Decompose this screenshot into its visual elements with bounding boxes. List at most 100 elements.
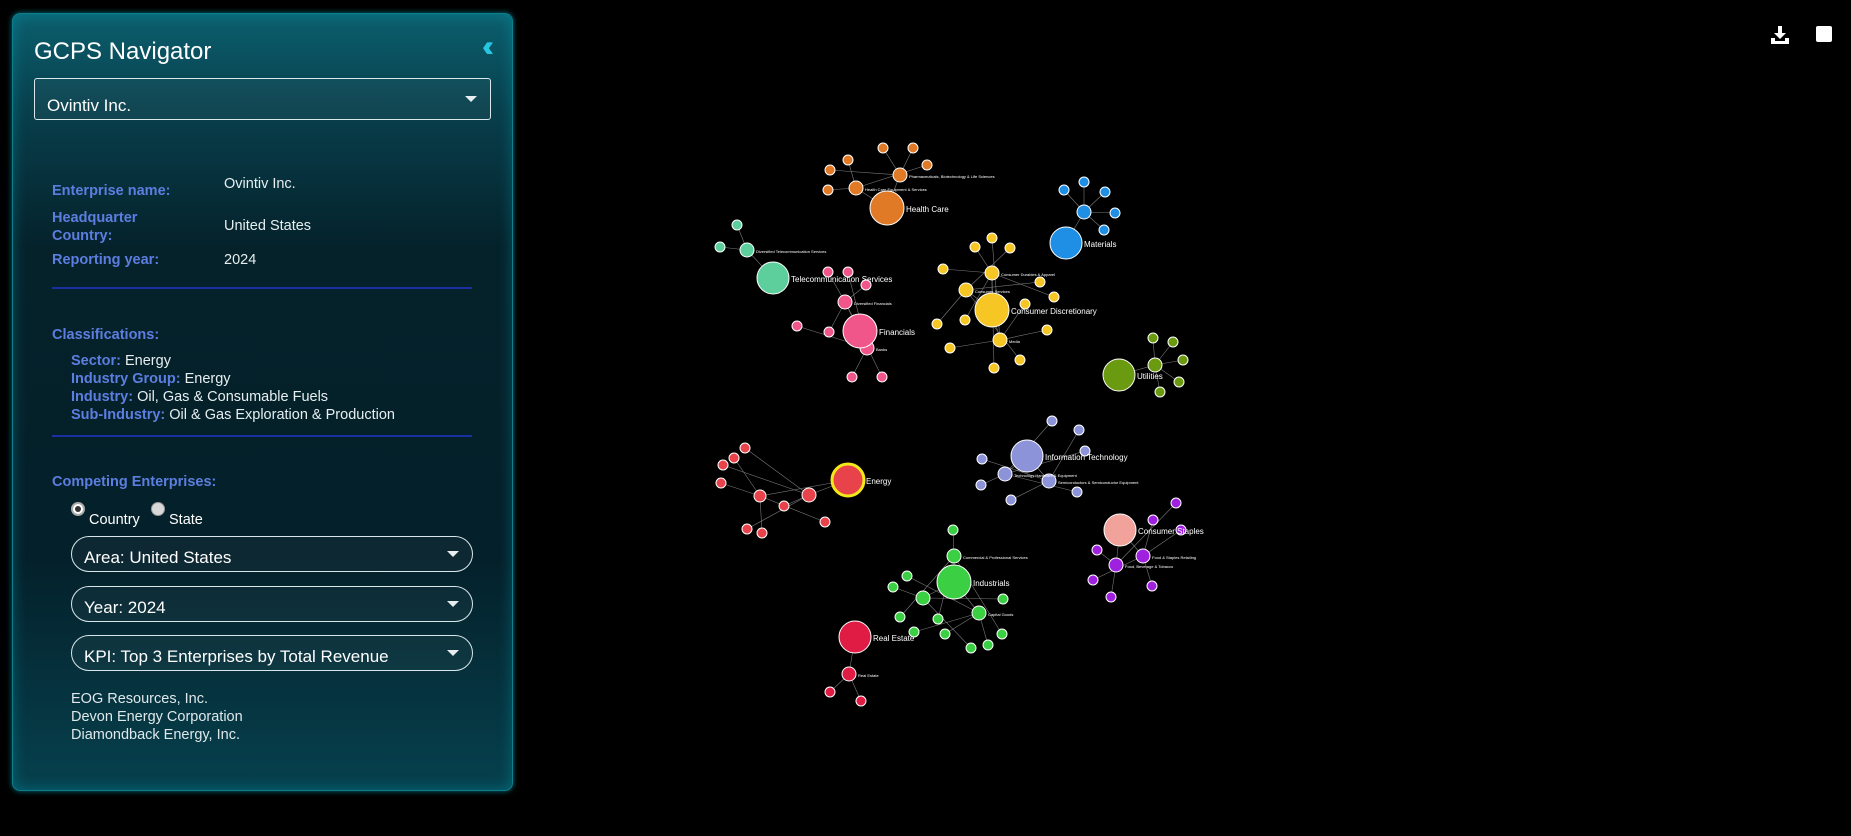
graph-leaf-node[interactable] <box>1005 494 1017 506</box>
sector-hub-node[interactable] <box>1010 439 1044 473</box>
graph-leaf-node[interactable] <box>976 453 988 465</box>
graph-leaf-node[interactable] <box>997 593 1009 605</box>
graph-leaf-node[interactable] <box>739 442 751 454</box>
graph-leaf-node[interactable] <box>877 142 889 154</box>
graph-subnode[interactable] <box>801 487 817 503</box>
graph-leaf-node[interactable] <box>907 142 919 154</box>
graph-leaf-node[interactable] <box>947 524 959 536</box>
graph-leaf-node[interactable] <box>901 570 913 582</box>
graph-leaf-node[interactable] <box>842 154 854 166</box>
graph-subnode[interactable] <box>848 180 864 196</box>
graph-leaf-node[interactable] <box>819 516 831 528</box>
graph-leaf-node[interactable] <box>714 241 726 253</box>
sector-hub-node[interactable] <box>1049 226 1083 260</box>
graph-leaf-node[interactable] <box>1048 291 1060 303</box>
graph-leaf-node[interactable] <box>1173 376 1185 388</box>
graph-leaf-node[interactable] <box>1004 242 1016 254</box>
sector-hub-node[interactable] <box>1102 358 1136 392</box>
graph-leaf-node[interactable] <box>1170 497 1182 509</box>
graph-leaf-node[interactable] <box>996 628 1008 640</box>
graph-leaf-node[interactable] <box>824 686 836 698</box>
graph-leaf-node[interactable] <box>1034 276 1046 288</box>
graph-leaf-node[interactable] <box>975 479 987 491</box>
graph-leaf-node[interactable] <box>1147 332 1159 344</box>
graph-leaf-node[interactable] <box>982 639 994 651</box>
graph-leaf-node[interactable] <box>1041 324 1053 336</box>
graph-leaf-node[interactable] <box>846 371 858 383</box>
graph-leaf-node[interactable] <box>986 232 998 244</box>
sector-hub-node[interactable] <box>842 313 878 349</box>
graph-leaf-node[interactable] <box>937 263 949 275</box>
graph-leaf-node[interactable] <box>944 342 956 354</box>
graph-subnode[interactable] <box>971 605 987 621</box>
graph-leaf-node[interactable] <box>731 219 743 231</box>
graph-leaf-node[interactable] <box>1105 591 1117 603</box>
graph-leaf-node[interactable] <box>822 184 834 196</box>
graph-leaf-node[interactable] <box>791 320 803 332</box>
graph-subnode[interactable] <box>841 666 857 682</box>
graph-leaf-node[interactable] <box>824 164 836 176</box>
graph-leaf-node[interactable] <box>822 266 834 278</box>
graph-leaf-node[interactable] <box>1014 354 1026 366</box>
graph-leaf-node[interactable] <box>1087 574 1099 586</box>
graph-leaf-node[interactable] <box>717 459 729 471</box>
graph-subnode[interactable] <box>1108 557 1124 573</box>
graph-leaf-node[interactable] <box>1073 424 1085 436</box>
graph-subnode[interactable] <box>958 282 974 298</box>
graph-subnode[interactable] <box>892 167 908 183</box>
graph-subnode[interactable] <box>1147 357 1163 373</box>
sector-hub-node[interactable] <box>1103 513 1137 547</box>
graph-subnode[interactable] <box>915 590 931 606</box>
graph-leaf-node[interactable] <box>932 613 944 625</box>
graph-leaf-node[interactable] <box>1099 186 1111 198</box>
graph-leaf-node[interactable] <box>876 371 888 383</box>
graph-leaf-node[interactable] <box>1146 580 1158 592</box>
graph-leaf-node[interactable] <box>965 642 977 654</box>
graph-leaf-node[interactable] <box>921 159 933 171</box>
graph-subnode[interactable] <box>1076 204 1092 220</box>
graph-leaf-node[interactable] <box>939 628 951 640</box>
graph-leaf-node[interactable] <box>860 279 872 291</box>
graph-leaf-node[interactable] <box>887 581 899 593</box>
graph-leaf-node[interactable] <box>969 241 981 253</box>
graph-leaf-node[interactable] <box>1177 354 1189 366</box>
graph-leaf-node[interactable] <box>715 477 727 489</box>
graph-leaf-node[interactable] <box>1154 386 1166 398</box>
sector-hub-node[interactable] <box>974 292 1010 328</box>
graph-subnode[interactable] <box>997 466 1013 482</box>
graph-leaf-node[interactable] <box>823 326 835 338</box>
graph-leaf-node[interactable] <box>1091 544 1103 556</box>
graph-leaf-node[interactable] <box>1078 176 1090 188</box>
graph-leaf-node[interactable] <box>931 318 943 330</box>
graph-leaf-node[interactable] <box>756 527 768 539</box>
graph-subnode[interactable] <box>739 242 755 258</box>
graph-leaf-node[interactable] <box>728 452 740 464</box>
network-graph[interactable]: Health Care Health Care Equipment & Servi… <box>0 0 1851 836</box>
sector-hub-node[interactable] <box>756 261 790 295</box>
graph-leaf-node[interactable] <box>1147 514 1159 526</box>
graph-leaf-node[interactable] <box>842 266 854 278</box>
energy-hub-node[interactable] <box>830 462 866 498</box>
graph-subnode[interactable] <box>1135 548 1151 564</box>
graph-leaf-node[interactable] <box>1109 207 1121 219</box>
graph-leaf-node[interactable] <box>1046 415 1058 427</box>
graph-leaf-node[interactable] <box>1058 184 1070 196</box>
graph-leaf-node[interactable] <box>894 611 906 623</box>
graph-subnode[interactable] <box>984 265 1000 281</box>
graph-leaf-node[interactable] <box>988 362 1000 374</box>
sector-hub-node[interactable] <box>869 190 905 226</box>
graph-subnode[interactable] <box>992 332 1008 348</box>
sector-hub-node[interactable] <box>936 564 972 600</box>
graph-leaf-node[interactable] <box>1167 336 1179 348</box>
graph-subnode[interactable] <box>946 548 962 564</box>
graph-leaf-node[interactable] <box>1071 486 1083 498</box>
edge <box>922 597 1004 600</box>
sector-hub-node[interactable] <box>838 620 872 654</box>
graph-leaf-node[interactable] <box>778 500 790 512</box>
graph-leaf-node[interactable] <box>959 314 971 326</box>
graph-leaf-node[interactable] <box>741 523 753 535</box>
graph-subnode[interactable] <box>837 294 853 310</box>
graph-subnode[interactable] <box>753 489 767 503</box>
graph-leaf-node[interactable] <box>855 695 867 707</box>
graph-leaf-node[interactable] <box>1098 224 1110 236</box>
